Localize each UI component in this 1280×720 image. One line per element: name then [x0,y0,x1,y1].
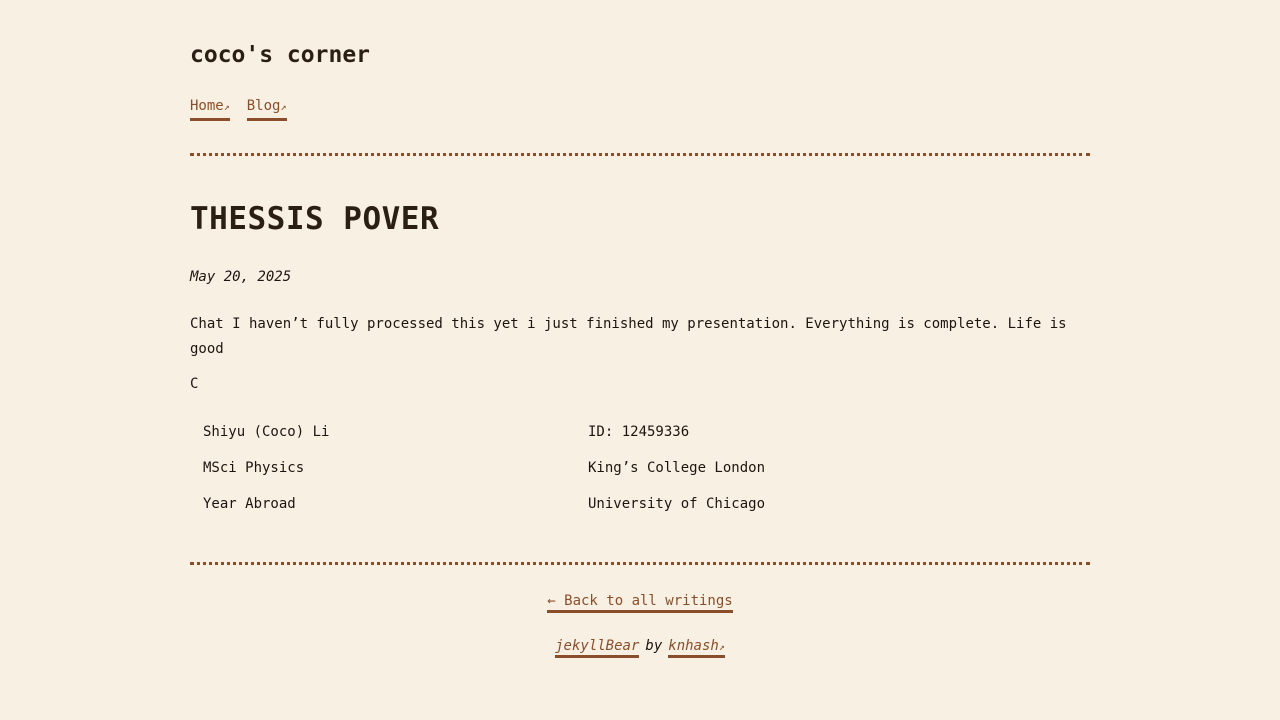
header-divider [190,153,1090,156]
table-cell: Year Abroad [203,496,296,512]
external-arrow-icon: ↗ [280,102,287,113]
table-row: MSci Physics King’s College London [190,450,1090,486]
site-title[interactable]: coco's corner [190,42,370,68]
table-cell: MSci Physics [203,460,305,476]
external-arrow-icon: ↗ [223,102,230,113]
post-date: May 20, 2025 [190,269,292,285]
nav-link-blog[interactable]: Blog↗ [246,97,287,121]
back-link-row: ← Back to all writings [190,592,1090,613]
table-cell: Shiyu (Coco) Li [203,424,330,440]
nav-link-blog-label: Blog [246,98,281,114]
table-cell: ID: 12459336 [588,424,690,440]
nav-link-home-label: Home [190,98,224,114]
info-table: Shiyu (Coco) Li ID: 12459336 MSci Physic… [190,414,1090,522]
post-title: THESSIS POVER [190,201,440,237]
external-arrow-icon: ↗ [718,642,725,653]
table-cell: King’s College London [588,460,766,476]
footer-divider [190,562,1090,565]
table-row: Year Abroad University of Chicago [190,486,1090,522]
post-signature: C [190,376,199,392]
author-link-label: knhash [668,638,719,654]
table-row: Shiyu (Coco) Li ID: 12459336 [190,414,1090,450]
post-body: Chat I haven’t fully processed this yet … [190,316,1067,357]
theme-link-jekyllbear[interactable]: jekyllBear [555,638,640,658]
main-nav: Home↗ Blog↗ [190,97,287,121]
back-to-writings-link[interactable]: ← Back to all writings [547,593,733,613]
nav-link-home[interactable]: Home↗ [190,97,230,121]
table-cell: University of Chicago [588,496,766,512]
footer-credits: jekyllBear by knhash↗ [190,637,1090,658]
author-link-knhash[interactable]: knhash↗ [668,638,725,658]
credits-by-text: by [645,638,663,654]
